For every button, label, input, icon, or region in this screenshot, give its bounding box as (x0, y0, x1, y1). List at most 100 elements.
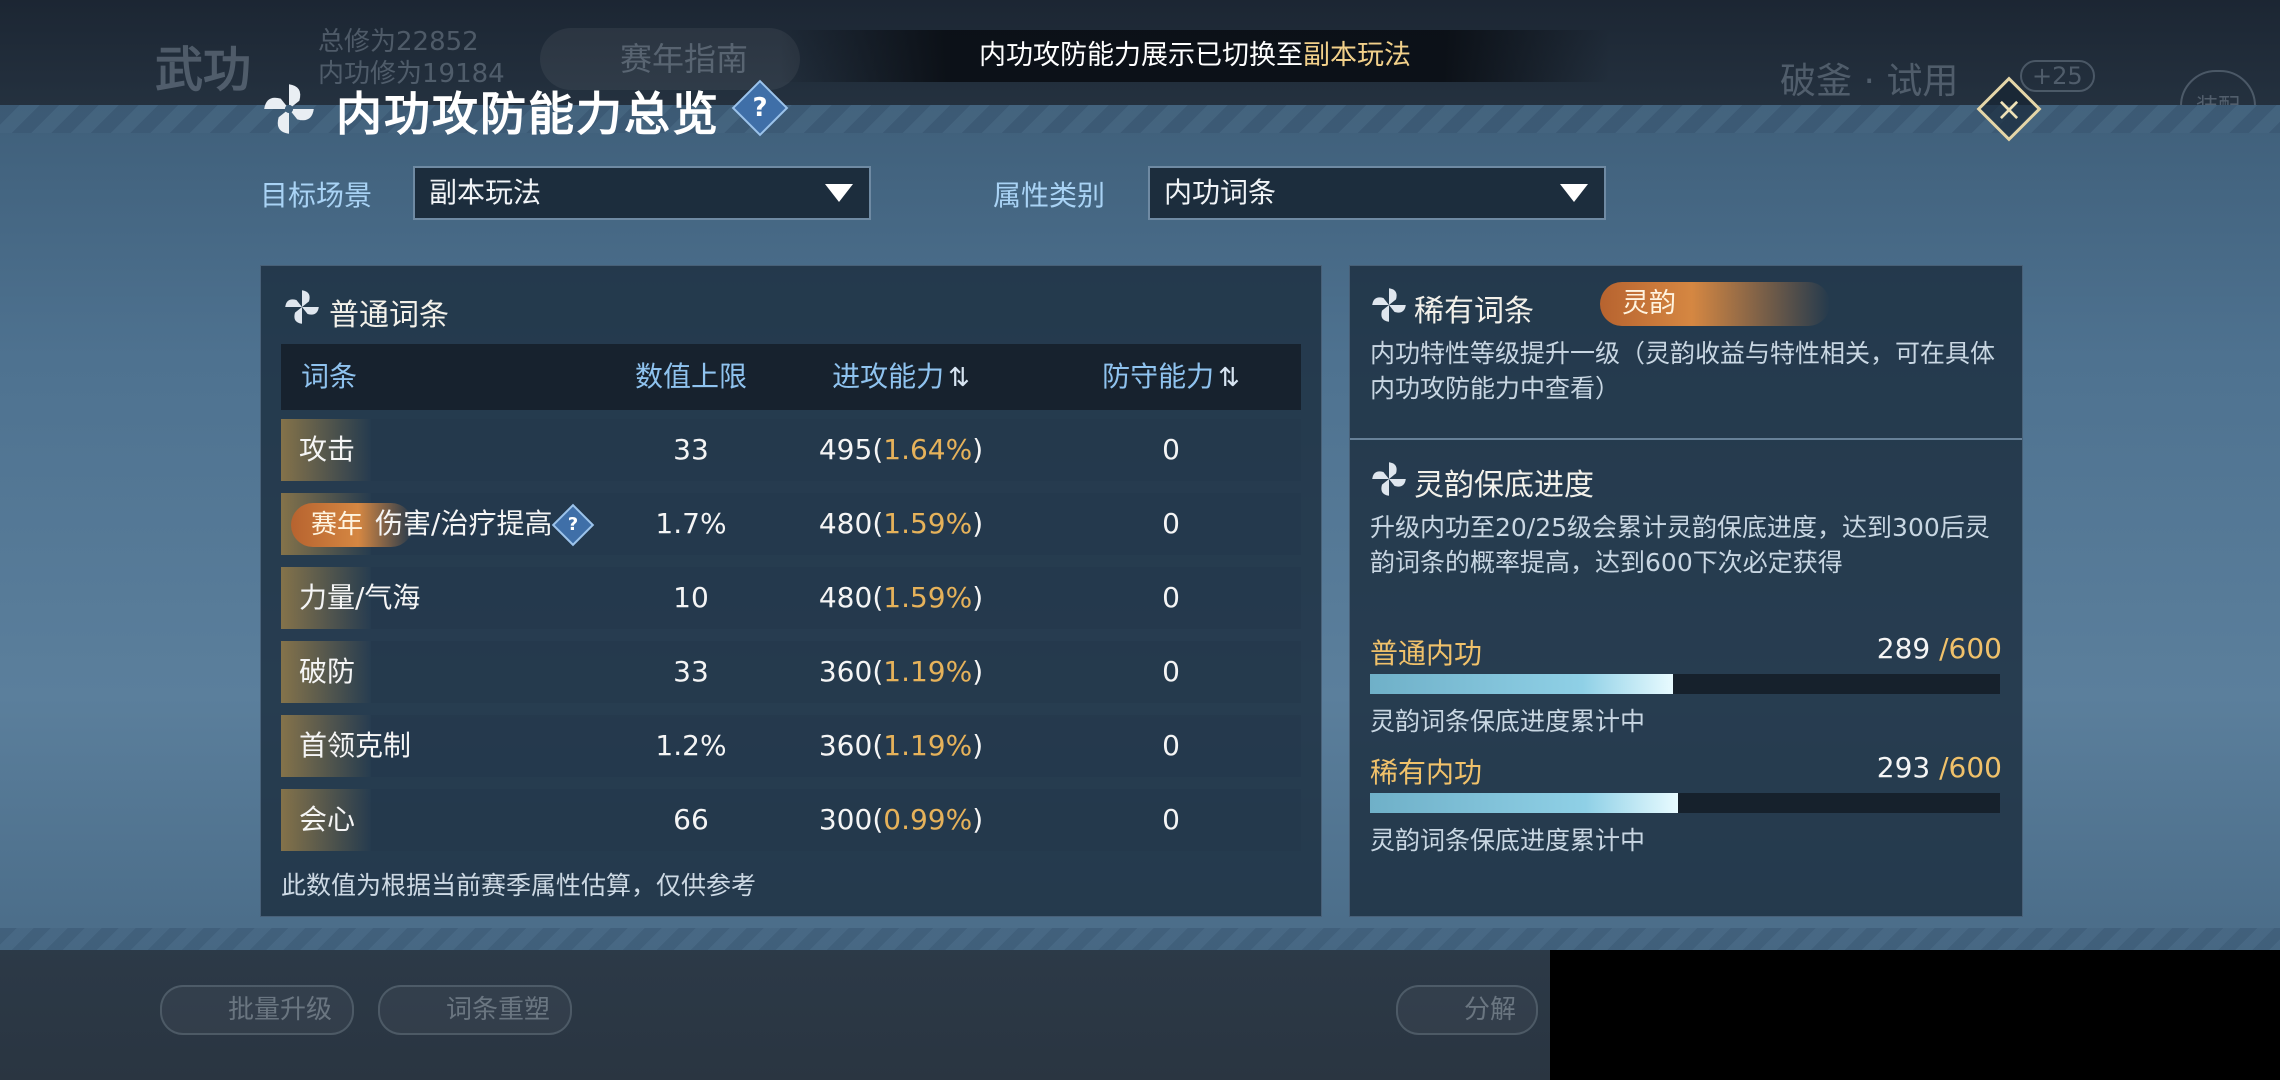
close-icon: × (1995, 90, 2023, 128)
pinwheel-icon (285, 290, 319, 324)
table-row: 赛年 伤害/治疗提高? 1.7% 480(1.59%) 0 (281, 493, 1301, 555)
row-name: 攻击 (299, 433, 356, 466)
lingyun-badge: 灵韵 (1600, 282, 1830, 326)
row-limit: 1.7% (655, 507, 727, 540)
row-attack: 300(0.99%) (818, 803, 984, 836)
row-attack: 495(1.64%) (818, 433, 984, 466)
row-limit: 33 (673, 655, 709, 688)
page-title: 内功攻防能力总览 (336, 87, 720, 141)
chevron-down-icon (1560, 184, 1588, 202)
row-name: 伤害/治疗提高 (375, 507, 553, 540)
row-attack-value: 360 (818, 729, 873, 762)
row-limit: 1.2% (655, 729, 727, 762)
pinwheel-icon (1372, 462, 1406, 496)
row-help-button[interactable]: ? (552, 503, 595, 547)
progress-current: 289 (1876, 632, 1931, 665)
row-attack-percent: 1.64% (883, 433, 973, 466)
progress-value: 289 /600 (1877, 632, 2002, 665)
row-name: 会心 (299, 803, 356, 836)
table-row: 首领克制 1.2% 360(1.19%) 0 (281, 715, 1301, 777)
background-decompose-button: 分解 (1396, 985, 1539, 1035)
row-attack-percent: 1.59% (883, 581, 973, 614)
progress-total: /600 (1939, 632, 2002, 665)
common-attributes-card: 普通词条 词条 数值上限 进攻能力 ⇅ 防守能力 ⇅ 攻击 33 495(1.64%… (260, 265, 1322, 917)
rare-attributes-card: 稀有词条 灵韵 内功特性等级提升一级（灵韵收益与特性相关，可在具体内功攻防能力中… (1349, 265, 2023, 917)
row-attack-value: 360 (818, 655, 873, 688)
table-row: 攻击 33 495(1.64%) 0 (281, 419, 1301, 481)
row-defense: 0 (1162, 581, 1180, 614)
progress-total: /600 (1939, 751, 2002, 784)
row-attack-value: 480 (818, 581, 873, 614)
black-overlay (1550, 940, 2280, 1080)
progress-label: 普通内功 (1370, 637, 1483, 670)
attribute-select-value: 内功词条 (1164, 176, 1277, 209)
progress-label: 稀有内功 (1370, 756, 1483, 789)
row-attack: 480(1.59%) (818, 507, 984, 540)
row-attack: 360(1.19%) (818, 655, 984, 688)
progress-current: 293 (1876, 751, 1931, 784)
row-limit: 10 (673, 581, 709, 614)
scene-select[interactable]: 副本玩法 (413, 166, 871, 220)
row-limit: 66 (673, 803, 709, 836)
progress-note: 灵韵词条保底进度累计中 (1370, 826, 1646, 855)
row-name: 首领克制 (299, 729, 412, 762)
background-plus-badge: +25 (2020, 60, 2095, 92)
progress-note: 灵韵词条保底进度累计中 (1370, 707, 1646, 736)
background-title: 武功 (155, 42, 252, 98)
background-batch-upgrade-button: 批量升级 (160, 985, 355, 1035)
row-attack-value: 480 (818, 507, 873, 540)
progress-bar (1370, 793, 2000, 813)
row-defense: 0 (1162, 729, 1180, 762)
rare-description: 内功特性等级提升一级（灵韵收益与特性相关，可在具体内功攻防能力中查看） (1370, 339, 1996, 403)
column-name: 词条 (301, 360, 358, 393)
row-name-container: 赛年 伤害/治疗提高? (291, 493, 595, 555)
table-row: 会心 66 300(0.99%) 0 (281, 789, 1301, 851)
pity-section-title: 灵韵保底进度 (1414, 468, 1594, 503)
pinwheel-logo-icon (264, 84, 314, 134)
column-attack: 进攻能力 (832, 360, 945, 393)
scene-select-value: 副本玩法 (429, 176, 542, 209)
background-skill-name: 破釜 · 试用 (1780, 61, 1959, 102)
help-icon: ? (752, 93, 768, 123)
progress-value: 293 /600 (1877, 751, 2002, 784)
footnote: 此数值为根据当前赛季属性估算，仅供参考 (281, 871, 757, 900)
table-header: 词条 数值上限 进攻能力 ⇅ 防守能力 ⇅ (281, 344, 1301, 410)
row-defense: 0 (1162, 803, 1180, 836)
sort-attack-button[interactable]: 进攻能力 ⇅ (791, 344, 1011, 411)
row-attack-value: 495 (818, 433, 873, 466)
progress-bar (1370, 674, 2000, 694)
toast-highlight: 副本玩法 (1303, 40, 1411, 71)
sort-defense-button[interactable]: 防守能力 ⇅ (1061, 344, 1281, 411)
toast-prefix: 内功攻防能力展示已切换至 (979, 40, 1303, 71)
chevron-down-icon (825, 184, 853, 202)
column-limit: 数值上限 (634, 360, 747, 393)
row-name: 力量/气海 (299, 581, 421, 614)
toast-message: 内功攻防能力展示已切换至副本玩法 (780, 30, 1610, 82)
help-icon: ? (568, 514, 579, 535)
row-defense: 0 (1162, 655, 1180, 688)
table-row: 破防 33 360(1.19%) 0 (281, 641, 1301, 703)
pinwheel-icon (1372, 288, 1406, 322)
attribute-label: 属性类别 (993, 179, 1106, 212)
table-row: 力量/气海 10 480(1.59%) 0 (281, 567, 1301, 629)
row-limit: 33 (673, 433, 709, 466)
row-attack-value: 300 (818, 803, 873, 836)
column-defense: 防守能力 (1102, 360, 1215, 393)
pity-description: 升级内功至20/25级会累计灵韵保底进度，达到300后灵韵词条的概率提高，达到6… (1370, 513, 1990, 577)
scene-label: 目标场景 (260, 179, 373, 212)
common-section-title: 普通词条 (329, 298, 449, 333)
row-defense: 0 (1162, 507, 1180, 540)
row-attack-percent: 1.19% (883, 729, 973, 762)
progress-fill (1370, 793, 1678, 813)
background-stat-total: 总修为22852 (318, 27, 479, 57)
row-defense: 0 (1162, 433, 1180, 466)
sort-icon: ⇅ (948, 363, 970, 393)
background-reshape-button: 词条重塑 (378, 985, 573, 1035)
attribute-select[interactable]: 内功词条 (1148, 166, 1606, 220)
row-attack: 360(1.19%) (818, 729, 984, 762)
sort-icon: ⇅ (1218, 363, 1240, 393)
row-attack: 480(1.59%) (818, 581, 984, 614)
rare-section-title: 稀有词条 (1414, 294, 1534, 329)
divider (1350, 438, 2022, 440)
row-name: 破防 (299, 655, 356, 688)
